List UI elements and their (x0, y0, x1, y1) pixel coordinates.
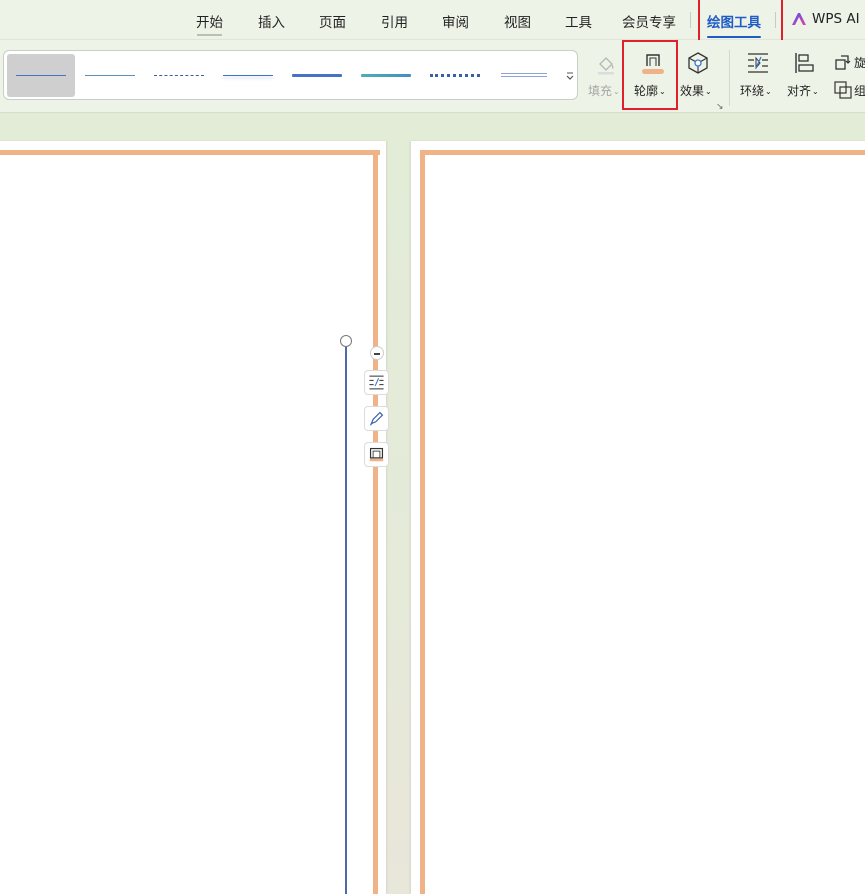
text-wrap-icon (748, 53, 768, 73)
rotate-label: 旋 (854, 56, 865, 70)
outline-style-3[interactable] (145, 54, 213, 97)
outline-style-5[interactable] (283, 54, 351, 97)
tab-drawing-tools[interactable]: 绘图工具 (707, 11, 761, 38)
page-border-left (420, 150, 425, 894)
ribbon: 填充⌄ 轮廓⌄ 效果⌄ ↘ 环绕⌄ 对齐⌄ 旋 组 (0, 40, 865, 113)
chevron-down-icon: ⌄ (705, 87, 712, 96)
outline-style-2[interactable] (76, 54, 144, 97)
effect-cube-icon (688, 52, 708, 74)
wps-ai-logo-icon (792, 13, 806, 25)
chevron-down-icon: ⌄ (659, 87, 666, 96)
gallery-more-icon[interactable] (566, 69, 574, 83)
collapse-toolbar-icon[interactable] (370, 346, 384, 360)
outline-icon (642, 54, 664, 74)
page-border-right (373, 150, 378, 894)
tab-view[interactable]: 视图 (504, 11, 531, 31)
effect-label: 效果 (680, 84, 705, 98)
align-button[interactable]: 对齐⌄ (786, 50, 826, 100)
page-left[interactable] (0, 141, 386, 894)
align-label: 对齐 (787, 84, 812, 98)
dialog-launcher-icon[interactable]: ↘ (716, 102, 724, 112)
rotate-icon (835, 55, 851, 70)
fill-button[interactable]: 填充⌄ (588, 50, 624, 100)
chevron-down-icon: ⌄ (812, 87, 819, 96)
outline-style-1[interactable] (7, 54, 75, 97)
outline-style-7[interactable] (421, 54, 489, 97)
wrap-button[interactable]: 环绕⌄ (740, 50, 780, 100)
quick-wrap-button[interactable] (364, 370, 389, 395)
tab-insert[interactable]: 插入 (258, 11, 285, 31)
pen-brush-icon (370, 411, 384, 426)
fill-bucket-icon (598, 57, 614, 75)
tab-member[interactable]: 会员专享 (622, 11, 676, 31)
ribbon-divider (729, 50, 730, 106)
tab-review[interactable]: 审阅 (442, 11, 469, 31)
tab-tools[interactable]: 工具 (565, 11, 592, 31)
group-label: 组 (854, 84, 865, 98)
outline-label: 轮廓 (634, 84, 659, 98)
rotate-button[interactable]: 旋 (834, 52, 865, 74)
align-left-icon (795, 53, 814, 73)
chevron-down-icon: ⌄ (613, 87, 620, 96)
tab-page[interactable]: 页面 (319, 11, 346, 31)
wrap-label: 环绕 (740, 84, 765, 98)
wps-ai-label: WPS AI (812, 11, 860, 27)
quick-outline-button[interactable] (364, 442, 389, 467)
outline-button[interactable]: 轮廓⌄ (630, 44, 676, 106)
outline-style-8[interactable] (490, 54, 558, 97)
page-border-top (420, 150, 865, 155)
quick-format-painter-button[interactable] (364, 406, 389, 431)
outline-icon (369, 447, 384, 462)
text-wrap-icon (369, 375, 384, 390)
outline-style-gallery (3, 50, 578, 100)
group-icon (834, 81, 852, 99)
menu-separator (775, 12, 776, 28)
outline-style-4[interactable] (214, 54, 282, 97)
outline-style-6[interactable] (352, 54, 420, 97)
wps-ai-button[interactable]: WPS AI (791, 11, 860, 27)
line-endpoint-handle[interactable] (340, 335, 352, 347)
page-border-top (0, 150, 380, 155)
tab-home[interactable]: 开始 (196, 11, 223, 36)
chevron-down-icon: ⌄ (765, 87, 772, 96)
group-button[interactable]: 组 (834, 80, 865, 102)
page-right[interactable] (411, 141, 865, 894)
selected-line-shape[interactable] (345, 347, 347, 894)
fill-label: 填充 (588, 84, 613, 98)
menu-separator (690, 12, 691, 28)
menu-bar: 开始 插入 页面 引用 审阅 视图 工具 会员专享 绘图工具 WPS AI (0, 0, 865, 40)
effect-button[interactable]: 效果⌄ (680, 50, 720, 100)
tab-references[interactable]: 引用 (381, 11, 408, 31)
